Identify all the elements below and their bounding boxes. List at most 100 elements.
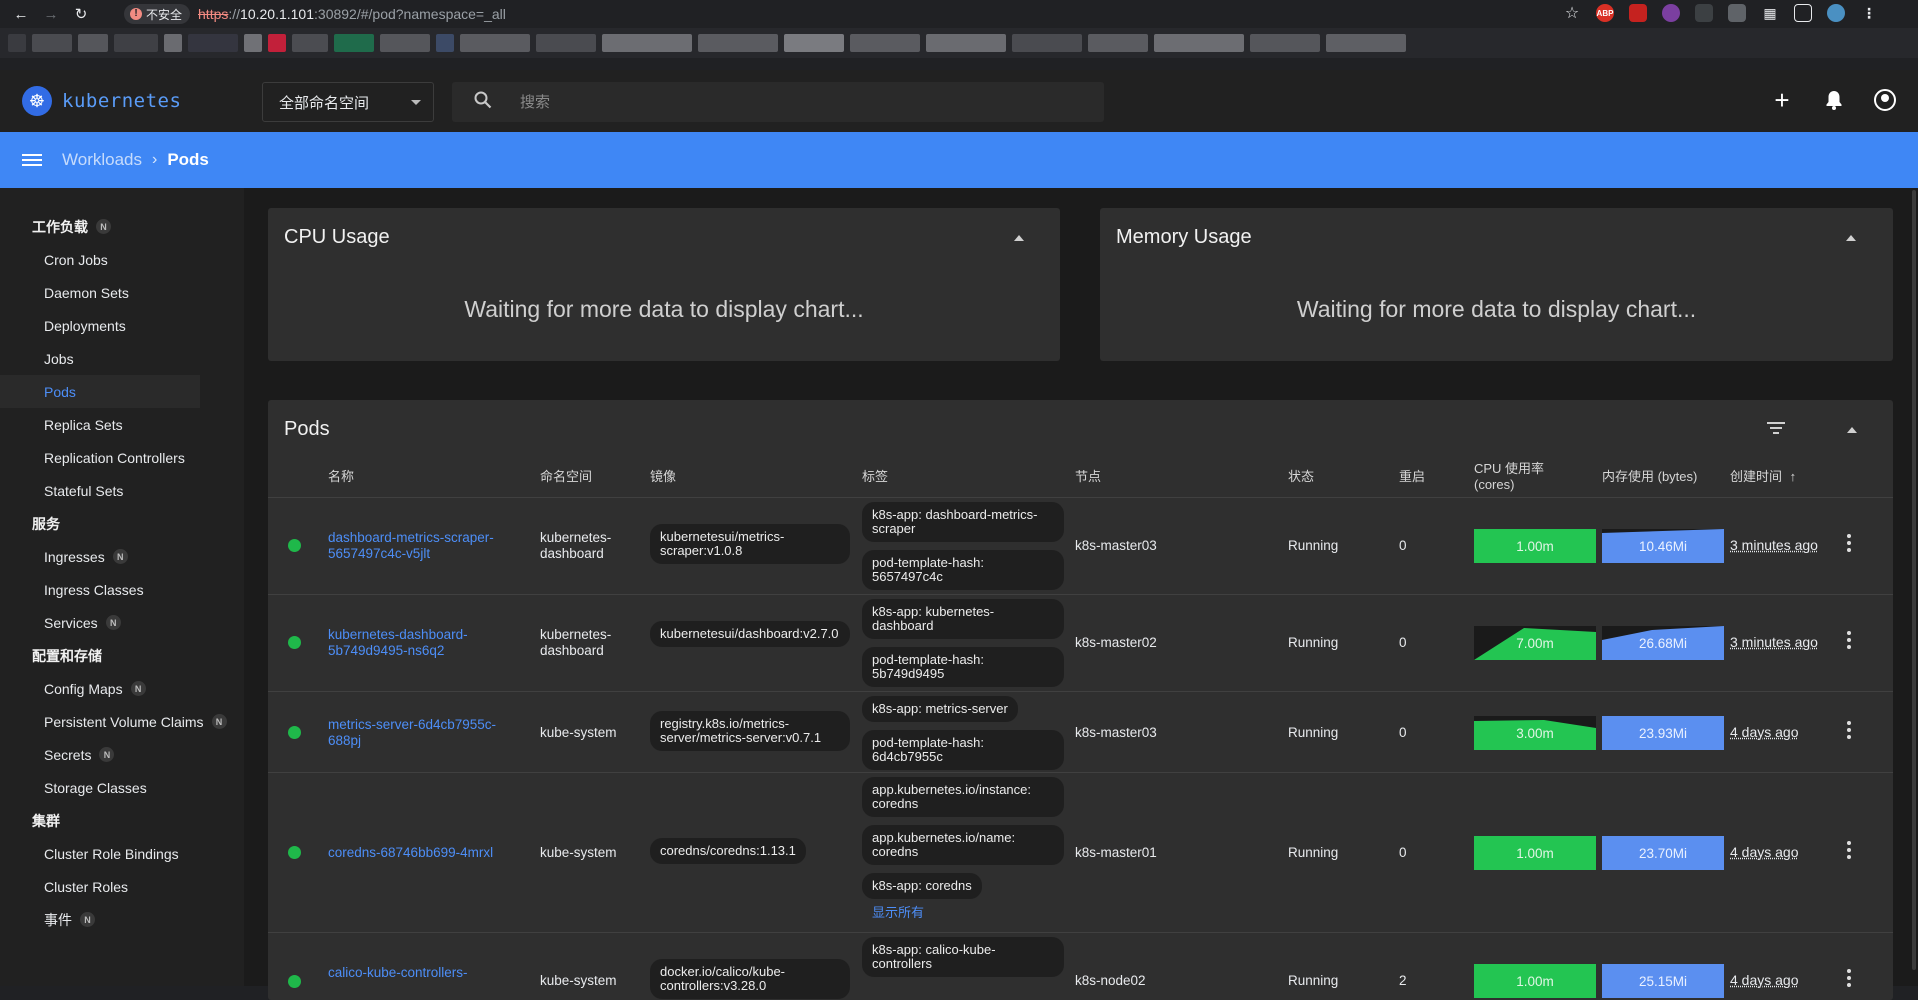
sidebar-item-config-maps[interactable]: Config Maps N [0,672,244,705]
sidepanel-icon[interactable] [1794,4,1812,22]
row-actions-menu-icon[interactable] [1847,534,1851,552]
row-actions-menu-icon[interactable] [1847,721,1851,739]
column-header-restarts[interactable]: 重启 [1399,469,1425,485]
breadcrumb-workloads[interactable]: Workloads [62,150,142,170]
row-actions-menu-icon[interactable] [1847,841,1851,859]
bookmark-item[interactable] [460,34,530,52]
bookmark-item[interactable] [114,34,158,52]
filter-icon[interactable] [1767,422,1785,434]
sidebar-item-pvc[interactable]: Persistent Volume Claims N [0,705,244,738]
pod-created-time[interactable]: 3 minutes ago [1730,634,1818,650]
sidebar-item-cluster-roles[interactable]: Cluster Roles [0,870,244,903]
menu-toggle-icon[interactable] [22,154,42,166]
pod-name-link[interactable]: coredns-68746bb699-4mrxl [328,845,493,861]
bookmark-item[interactable] [926,34,1006,52]
bookmark-item[interactable] [1088,34,1148,52]
bookmark-item[interactable] [268,34,286,52]
sidebar-item-daemon-sets[interactable]: Daemon Sets [0,276,244,309]
create-plus-icon[interactable]: + [1770,85,1794,115]
browser-menu-icon[interactable]: ⋮ [1860,4,1878,22]
scrollbar-thumb[interactable] [1912,190,1916,970]
bookmark-item[interactable] [164,34,182,52]
pod-name-link[interactable]: kubernetes-dashboard-5b749d9495-ns6q2 [328,627,508,659]
bookmark-item[interactable] [1154,34,1244,52]
adblock-icon[interactable]: ABP [1596,4,1614,22]
sort-ascending-icon[interactable]: ↑ [1790,469,1797,484]
pod-created-time[interactable]: 4 days ago [1730,844,1799,860]
sidebar-item-events[interactable]: 事件 N [0,903,244,936]
back-icon[interactable]: ← [8,0,34,28]
notifications-bell-icon[interactable] [1822,88,1846,112]
sidebar-item-ingresses[interactable]: Ingresses N [0,540,244,573]
sidebar-item-deployments[interactable]: Deployments [0,309,244,342]
sidebar-item-services[interactable]: Services N [0,606,244,639]
forward-icon[interactable]: → [38,0,64,28]
column-header-namespace[interactable]: 命名空间 [540,469,592,485]
bookmark-item[interactable] [8,34,26,52]
qr-extension-icon[interactable] [1728,4,1746,22]
reload-icon[interactable]: ↻ [68,0,94,28]
memory-sparkline[interactable]: 23.70Mi [1602,836,1724,870]
pod-created-time[interactable]: 4 days ago [1730,724,1799,740]
sidebar-group-cluster[interactable]: 集群 [0,804,244,837]
pod-created-time[interactable]: 3 minutes ago [1730,537,1818,553]
collapse-icon[interactable] [1846,235,1856,241]
cpu-sparkline[interactable]: 1.00m [1474,836,1596,870]
column-header-memory[interactable]: 内存使用 (bytes) [1602,469,1697,485]
sidebar-item-replication-controllers[interactable]: Replication Controllers [0,441,244,474]
puzzle-icon[interactable]: ▦ [1761,4,1779,22]
memory-sparkline[interactable]: 26.68Mi [1602,626,1724,660]
bookmark-item[interactable] [334,34,374,52]
cpu-sparkline[interactable]: 7.00m [1474,626,1596,660]
sidebar-item-storage-classes[interactable]: Storage Classes [0,771,244,804]
bookmark-item[interactable] [536,34,596,52]
row-actions-menu-icon[interactable] [1847,631,1851,649]
shield-extension-icon[interactable] [1629,4,1647,22]
bookmark-item[interactable] [1326,34,1406,52]
account-icon[interactable] [1874,89,1896,111]
column-header-status[interactable]: 状态 [1288,469,1314,485]
purple-extension-icon[interactable] [1662,4,1680,22]
url-text[interactable]: https://10.20.1.101:30892/#/pod?namespac… [198,6,506,22]
sidebar-item-ingress-classes[interactable]: Ingress Classes [0,573,244,606]
namespace-selector[interactable]: 全部命名空间 [262,82,434,122]
bookmark-item[interactable] [602,34,692,52]
insecure-badge[interactable]: ! 不安全 [124,4,191,24]
sidebar-item-cluster-role-bindings[interactable]: Cluster Role Bindings [0,837,244,870]
pod-name-link[interactable]: calico-kube-controllers- [328,965,508,981]
bookmark-star-icon[interactable]: ☆ [1563,4,1581,22]
profile-avatar[interactable] [1827,4,1845,22]
pod-name-link[interactable]: metrics-server-6d4cb7955c-688pj [328,717,508,749]
bookmark-item[interactable] [698,34,778,52]
show-all-labels-link[interactable]: 显示所有 [872,902,924,921]
bookmark-item[interactable] [436,34,454,52]
memory-sparkline[interactable]: 25.15Mi [1602,964,1724,998]
address-bar[interactable]: ! 不安全 https://10.20.1.101:30892/#/pod?na… [124,3,506,25]
main-scrollbar[interactable] [1908,188,1918,986]
pod-name-link[interactable]: dashboard-metrics-scraper-5657497c4c-v5j… [328,530,508,562]
bookmark-item[interactable] [32,34,72,52]
bookmark-item[interactable] [380,34,430,52]
collapse-icon[interactable] [1014,235,1024,241]
collapse-icon[interactable] [1847,427,1857,433]
column-header-cpu[interactable]: CPU 使用率 (cores) [1474,461,1562,493]
column-header-node[interactable]: 节点 [1075,469,1101,485]
glasses-extension-icon[interactable] [1695,4,1713,22]
column-header-created[interactable]: 创建时间 ↑ [1730,469,1796,485]
search-input[interactable] [520,93,1080,111]
column-header-name[interactable]: 名称 [328,469,354,485]
sidebar-item-cron-jobs[interactable]: Cron Jobs [0,243,244,276]
bookmark-item[interactable] [244,34,262,52]
memory-sparkline[interactable]: 10.46Mi [1602,529,1724,563]
cpu-sparkline[interactable]: 1.00m [1474,964,1596,998]
bookmark-item[interactable] [78,34,108,52]
bookmark-item[interactable] [784,34,844,52]
kubernetes-logo[interactable]: ☸ kubernetes [22,86,181,116]
sidebar-item-stateful-sets[interactable]: Stateful Sets [0,474,244,507]
sidebar-group-services[interactable]: 服务 [0,507,244,540]
bookmark-item[interactable] [1012,34,1082,52]
bookmark-item[interactable] [292,34,328,52]
search-bar[interactable] [452,82,1104,122]
sidebar-item-secrets[interactable]: Secrets N [0,738,244,771]
sidebar-item-jobs[interactable]: Jobs [0,342,244,375]
